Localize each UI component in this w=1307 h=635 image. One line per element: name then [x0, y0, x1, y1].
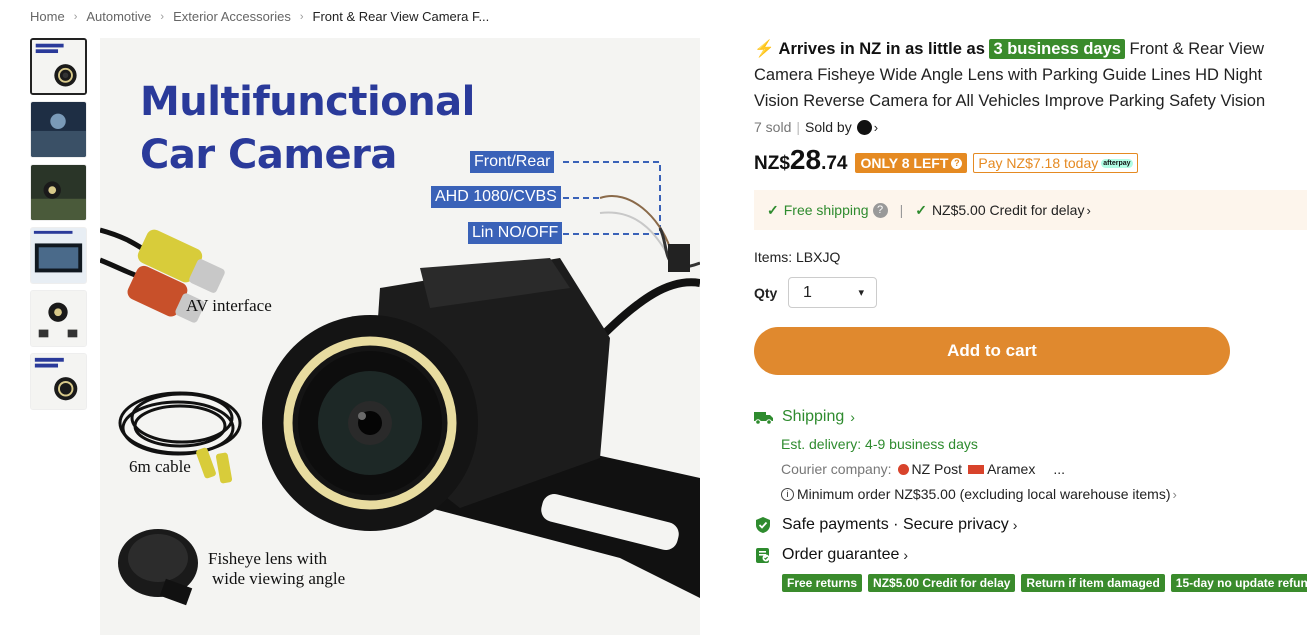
price-currency: NZ$ [754, 153, 790, 174]
truck-icon [754, 412, 773, 425]
chevron-right-icon: › [850, 409, 855, 425]
lightning-icon: ⚡ [754, 40, 775, 58]
credit-for-delay-link[interactable]: NZ$5.00 Credit for delay [932, 202, 1085, 218]
divider: | [899, 202, 904, 218]
arrive-days-badge: 3 business days [989, 39, 1125, 59]
qty-label: Qty [754, 284, 778, 301]
chevron-right-icon[interactable]: › [874, 120, 878, 135]
badge-free-returns: Free returns [782, 574, 863, 592]
courier-row: Courier company: NZ Post Aramex ... [781, 461, 1307, 477]
chevron-right-icon: › [299, 10, 304, 23]
order-guarantee-text: Order guarantee [782, 546, 900, 563]
stock-badge-text: ONLY 8 LEFT [860, 155, 949, 171]
help-icon[interactable]: ? [872, 202, 888, 218]
thumbnail-6[interactable] [30, 353, 87, 410]
tag-ahd: AHD 1080/CVBS [431, 186, 561, 208]
chevron-down-icon: ▾ [858, 287, 864, 299]
info-icon: i [781, 487, 794, 501]
product-info: ⚡ Arrives in NZ in as little as 3 busines… [754, 36, 1307, 592]
quantity-value: 1 [803, 283, 812, 301]
check-icon: ✓ [915, 201, 927, 218]
quantity-row: Qty 1 ▾ [754, 277, 1307, 308]
caption-lens-line2: wide viewing angle [212, 569, 346, 588]
shipping-title: Shipping [782, 408, 845, 425]
product-title: ⚡ Arrives in NZ in as little as 3 busines… [754, 36, 1302, 114]
chevron-right-icon: › [1012, 517, 1018, 533]
chevron-right-icon: › [160, 10, 165, 23]
thumbnail-1[interactable] [30, 38, 87, 95]
safe-payments-text: Safe payments · Secure privacy [782, 516, 1009, 533]
items-label: Items: LBXJQ [754, 249, 841, 265]
price: NZ$28.74 [754, 144, 847, 176]
image-headline-line2: Car Camera [140, 132, 397, 178]
sold-by-label: Sold by [805, 119, 852, 135]
caption-av-interface: AV interface [186, 296, 272, 315]
chevron-right-icon[interactable]: › [1086, 203, 1090, 218]
price-integer: 28 [789, 144, 822, 175]
question-icon: ? [951, 157, 963, 169]
pay-today-text: Pay NZ$7.18 today [978, 155, 1099, 171]
thumbnail-2[interactable] [30, 101, 87, 158]
courier-aramex: Aramex [987, 461, 1036, 477]
safe-payments-link[interactable]: Safe payments · Secure privacy › [754, 516, 1307, 534]
stock-badge[interactable]: ONLY 8 LEFT? [855, 153, 968, 173]
sales-meta: 7 sold | Sold by › [754, 119, 1307, 135]
divider: | [796, 119, 800, 135]
caption-lens-line1: Fisheye lens with [208, 549, 327, 568]
arrive-text: Arrives in NZ in as little as [778, 40, 985, 58]
badge-credit-for-delay: NZ$5.00 Credit for delay [868, 574, 1016, 592]
sold-count: 7 sold [754, 119, 792, 135]
afterpay-logo: afterpay [1101, 158, 1133, 168]
free-shipping-label[interactable]: Free shipping [784, 202, 869, 218]
main-product-image[interactable]: Multifunctional Car Camera Front/Rear AH… [100, 38, 700, 635]
chevron-right-icon: › [1172, 486, 1177, 502]
courier-label: Courier company: [781, 461, 892, 477]
tag-lin: Lin NO/OFF [468, 222, 563, 244]
guarantee-badges: Free returns NZ$5.00 Credit for delay Re… [782, 574, 1307, 592]
badge-return-if-damaged: Return if item damaged [1021, 574, 1165, 592]
quantity-select[interactable]: 1 ▾ [788, 277, 877, 308]
thumbnail-4[interactable] [30, 227, 87, 284]
breadcrumb-current: Front & Rear View Camera F... [312, 9, 490, 24]
guarantee-icon [756, 548, 770, 563]
aramex-logo-icon [968, 464, 985, 474]
courier-nz-post: NZ Post [911, 461, 963, 477]
breadcrumb: Home › Automotive › Exterior Accessories… [30, 9, 489, 24]
minimum-order-row[interactable]: i Minimum order NZ$35.00 (excluding loca… [781, 486, 1307, 502]
add-to-cart-button[interactable]: Add to cart [754, 327, 1230, 375]
thumbnail-3[interactable] [30, 164, 87, 221]
minimum-order-text: Minimum order NZ$35.00 (excluding local … [797, 486, 1171, 502]
image-headline: Multifunctional Car Camera [140, 76, 475, 182]
breadcrumb-home[interactable]: Home [30, 9, 65, 24]
seller-logo-icon[interactable] [856, 119, 872, 135]
chevron-right-icon: › [73, 10, 78, 23]
badge-no-update-refund: 15-day no update refund [1170, 574, 1307, 592]
caption-cable: 6m cable [129, 457, 191, 476]
breadcrumb-exterior-accessories[interactable]: Exterior Accessories [173, 9, 291, 24]
shipping-bar: ✓ Free shipping ? | ✓ NZ$5.00 Credit for… [754, 190, 1307, 230]
nz-post-logo-icon [897, 463, 909, 475]
shield-icon [756, 517, 770, 533]
price-decimal: .74 [821, 153, 848, 174]
thumbnail-list [30, 38, 88, 416]
check-icon: ✓ [767, 201, 779, 218]
chevron-right-icon: › [903, 547, 909, 563]
image-headline-line1: Multifunctional [140, 79, 475, 125]
courier-more[interactable]: ... [1053, 461, 1065, 477]
pay-today-badge[interactable]: Pay NZ$7.18 today afterpay [973, 153, 1138, 173]
tag-front-rear: Front/Rear [470, 151, 555, 173]
shipping-link[interactable]: Shipping › [754, 408, 1307, 426]
estimated-delivery: Est. delivery: 4-9 business days [781, 436, 978, 452]
thumbnail-5[interactable] [30, 290, 87, 347]
breadcrumb-automotive[interactable]: Automotive [86, 9, 151, 24]
price-row: NZ$28.74 ONLY 8 LEFT? Pay NZ$7.18 today a… [754, 144, 1307, 176]
order-guarantee-link[interactable]: Order guarantee › [754, 546, 1307, 564]
